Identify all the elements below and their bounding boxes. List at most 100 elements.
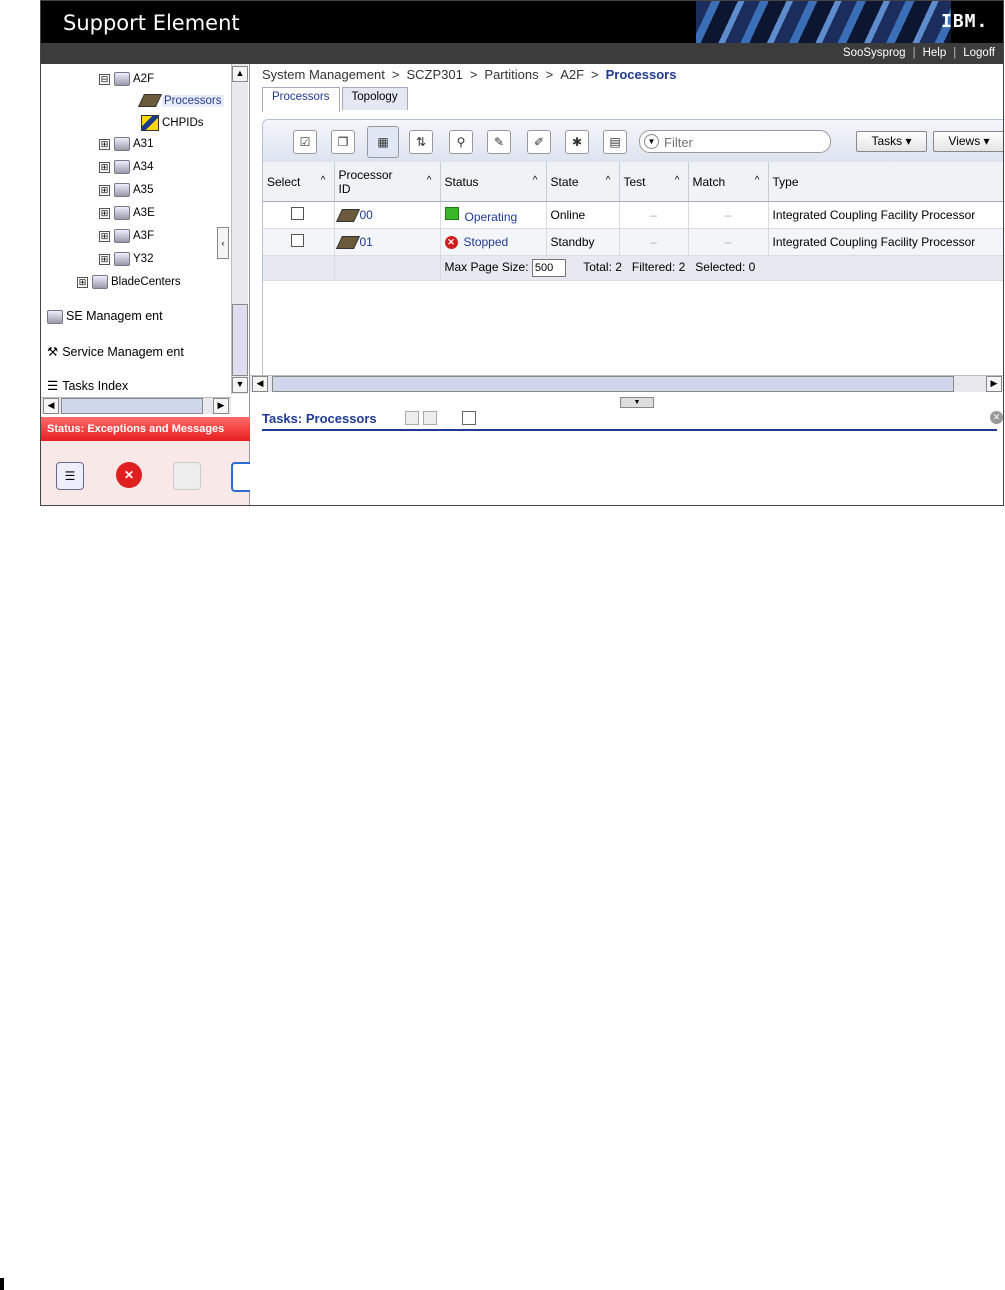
tree-node-a31[interactable]: ⊞ A31 <box>99 137 153 151</box>
sort-icon: ^ <box>754 175 760 186</box>
expand-icon[interactable]: ⊞ <box>77 276 88 288</box>
processors-panel: ☑ ❐ ▦ ⇅ ⚲ ✎ ✐ ✱ ▤ ▼ Tasks ▾ Views ▾ <box>262 119 1003 377</box>
expand-icon[interactable]: ⊞ <box>99 184 110 196</box>
tree-horizontal-scrollbar[interactable]: ◀ ▶ <box>41 397 231 414</box>
filter-icon[interactable]: ⚲ <box>449 130 473 154</box>
tree-vertical-scrollbar[interactable]: ▲ ▼ <box>231 64 248 394</box>
collapse-icon[interactable]: ⊟ <box>99 73 110 85</box>
tasks-menu-button[interactable]: Tasks ▾ <box>856 131 927 152</box>
partition-icon <box>114 137 130 151</box>
select-all-icon[interactable]: ☑ <box>293 130 317 154</box>
tree-node-chpids[interactable]: CHPIDs <box>141 115 204 131</box>
column-header-processor-id[interactable]: Processor ID ^ <box>334 162 441 202</box>
nav-tasks-index[interactable]: ☰ Tasks Index <box>47 378 128 393</box>
breadcrumb-partitions[interactable]: Partitions <box>484 67 538 82</box>
type-cell: Integrated Coupling Facility Processor <box>768 228 1003 256</box>
scroll-right-icon[interactable]: ▶ <box>986 376 1002 392</box>
tree-node-bladecenters[interactable]: ⊞ BladeCenters <box>77 275 181 289</box>
close-icon[interactable]: ✕ <box>990 411 1003 424</box>
list-icon[interactable]: ☰ <box>56 462 84 490</box>
breadcrumb-sczp301[interactable]: SCZP301 <box>406 67 462 82</box>
filter-field[interactable]: ▼ <box>639 130 831 153</box>
row-select-checkbox[interactable] <box>291 207 304 220</box>
type-cell: Integrated Coupling Facility Processor <box>768 201 1003 229</box>
status-link[interactable]: Stopped <box>464 235 509 249</box>
nav-se-management[interactable]: SE Managem ent <box>47 309 163 324</box>
content-horizontal-scrollbar[interactable]: ◀ ▶ <box>250 375 1003 392</box>
tree-node-a34[interactable]: ⊞ A34 <box>99 160 153 174</box>
help-link[interactable]: Help <box>923 47 947 59</box>
table-summary: Total: 2 Filtered: 2 Selected: 0 <box>583 260 756 275</box>
row-select-checkbox[interactable] <box>291 234 304 247</box>
column-header-status[interactable]: Status ^ <box>440 162 547 202</box>
scroll-left-icon[interactable]: ◀ <box>252 376 268 392</box>
edit-icon[interactable]: ✎ <box>487 130 511 154</box>
scroll-thumb[interactable] <box>272 376 954 392</box>
collapse-pane-handle[interactable]: ‹ <box>217 227 229 259</box>
status-link[interactable]: Operating <box>465 210 518 224</box>
tree-node-a3e[interactable]: ⊞ A3E <box>99 206 155 220</box>
scroll-left-icon[interactable]: ◀ <box>43 398 59 414</box>
table-row[interactable]: 01 ✕ Stopped Standby – – Integrated Coupl… <box>263 228 1003 256</box>
partition-icon <box>114 206 130 220</box>
test-cell: – <box>619 228 689 256</box>
processor-id-link[interactable]: 01 <box>360 235 373 249</box>
status-bar[interactable]: Status: Exceptions and Messages <box>41 417 255 441</box>
tree-node-a2f[interactable]: ⊟ A2F <box>99 72 154 86</box>
column-config-icon[interactable]: ⇅ <box>409 130 433 154</box>
expand-icon[interactable]: ⊞ <box>99 207 110 219</box>
scroll-right-icon[interactable]: ▶ <box>213 398 229 414</box>
disabled-task-icon <box>173 462 201 490</box>
splitter-handle[interactable]: ▼ <box>620 397 654 408</box>
tree-node-a35[interactable]: ⊞ A35 <box>99 183 153 197</box>
scroll-thumb[interactable] <box>61 398 203 414</box>
tree-node-processors[interactable]: Processors <box>137 94 224 107</box>
error-icon[interactable]: ✕ <box>116 462 142 488</box>
processor-id-link[interactable]: 00 <box>360 208 373 222</box>
column-header-type[interactable]: Type <box>768 162 1003 202</box>
processor-icon <box>335 209 360 223</box>
tasks-panel-header: Tasks: Processors ✕ <box>262 409 1003 431</box>
settings-icon[interactable]: ✱ <box>565 130 589 154</box>
views-menu-button[interactable]: Views ▾ <box>933 131 1003 152</box>
filter-input[interactable] <box>662 133 826 151</box>
scroll-thumb[interactable] <box>232 304 248 376</box>
sort-icon: ^ <box>532 175 538 186</box>
scroll-up-icon[interactable]: ▲ <box>232 66 248 82</box>
max-page-size-input[interactable]: 500 <box>531 259 566 277</box>
logoff-link[interactable]: Logoff <box>963 47 995 59</box>
match-cell: – <box>688 201 769 229</box>
user-name-link[interactable]: SooSysprog <box>843 47 906 59</box>
column-header-match[interactable]: Match ^ <box>688 162 769 202</box>
tab-processors[interactable]: Processors <box>262 87 340 112</box>
partition-icon <box>114 160 130 174</box>
table-view-icon[interactable]: ▦ <box>367 126 399 158</box>
chevron-down-icon[interactable]: ▼ <box>644 134 659 149</box>
properties-icon[interactable]: ▤ <box>603 130 627 154</box>
column-header-state[interactable]: State ^ <box>546 162 620 202</box>
breadcrumb-system-management[interactable]: System Management <box>262 67 385 82</box>
breadcrumb-a2f[interactable]: A2F <box>560 67 584 82</box>
deselect-all-icon[interactable]: ❐ <box>331 130 355 154</box>
ibm-logo: IBM. <box>941 11 989 32</box>
clear-icon[interactable]: ✐ <box>527 130 551 154</box>
sort-icon: ^ <box>320 175 326 186</box>
tree-node-y32[interactable]: ⊞ Y32 <box>99 252 153 266</box>
tasks-panel-title: Tasks: Processors <box>262 411 377 426</box>
column-header-test[interactable]: Test ^ <box>619 162 689 202</box>
table-toolbar: ☑ ❐ ▦ ⇅ ⚲ ✎ ✐ ✱ ▤ ▼ Tasks ▾ Views ▾ <box>263 120 1003 162</box>
expand-icon[interactable]: ⊞ <box>99 230 110 242</box>
table-footer-row: Max Page Size: 500 Total: 2 Filtered: 2 … <box>263 255 1003 281</box>
scroll-down-icon[interactable]: ▼ <box>232 377 248 393</box>
tab-topology[interactable]: Topology <box>341 87 408 110</box>
column-header-select[interactable]: Select ^ <box>263 162 335 202</box>
task-list-icon[interactable] <box>462 411 476 425</box>
nav-service-management[interactable]: ⚒ Service Managem ent <box>47 344 184 359</box>
tree-node-a3f[interactable]: ⊞ A3F <box>99 229 154 243</box>
expand-icon[interactable]: ⊞ <box>99 138 110 150</box>
expand-icon[interactable]: ⊞ <box>99 253 110 265</box>
expand-icon[interactable]: ⊞ <box>99 161 110 173</box>
processor-icon <box>335 236 360 250</box>
table-row[interactable]: 00 Operating Online – – Integrated Coupl… <box>263 201 1003 229</box>
computer-icon <box>47 309 63 324</box>
